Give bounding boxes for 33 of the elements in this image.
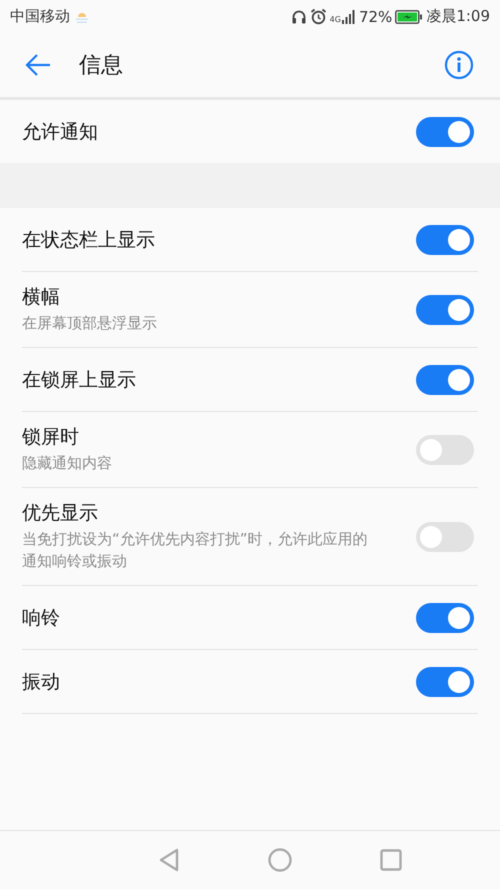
back-arrow-icon[interactable] [25, 53, 51, 77]
recent-apps-icon[interactable] [380, 849, 402, 871]
alarm-icon [310, 8, 327, 25]
toggle-switch[interactable] [416, 522, 474, 552]
toggle-switch[interactable] [416, 364, 474, 394]
setting-label: 响铃 [22, 606, 60, 630]
headphones-icon [290, 8, 307, 24]
setting-label: 横幅 [22, 285, 61, 309]
battery-charging-icon [395, 10, 424, 24]
home-icon[interactable] [268, 848, 292, 872]
info-icon[interactable] [444, 50, 474, 80]
toggle-switch[interactable] [416, 602, 474, 632]
network-type: 4G [330, 15, 341, 24]
toggle-switch[interactable] [416, 434, 474, 464]
signal-icon [342, 10, 356, 24]
toggle-switch[interactable] [416, 116, 474, 146]
setting-label: 在状态栏上显示 [22, 228, 155, 252]
setting-label: 锁屏时 [22, 425, 80, 449]
toggle-switch[interactable] [416, 666, 474, 696]
back-icon[interactable] [158, 848, 180, 872]
carrier-name: 中国移动 [10, 7, 70, 26]
toggle-switch[interactable] [416, 224, 474, 254]
setting-label: 振动 [22, 670, 60, 694]
toggle-switch[interactable] [416, 294, 474, 324]
page-title: 信息 [79, 52, 124, 80]
clock-time: 凌晨1:09 [426, 7, 490, 26]
setting-label: 在锁屏上显示 [22, 368, 136, 392]
setting-description: 当免打扰设为“允许优先内容打扰”时，允许此应用的通知响铃或振动 [22, 529, 369, 572]
setting-label: 优先显示 [22, 501, 99, 525]
battery-percent: 72% [358, 8, 392, 26]
setting-description: 隐藏通知内容 [22, 453, 112, 474]
setting-label: 允许通知 [22, 120, 98, 144]
setting-description: 在屏幕顶部悬浮显示 [22, 313, 157, 334]
